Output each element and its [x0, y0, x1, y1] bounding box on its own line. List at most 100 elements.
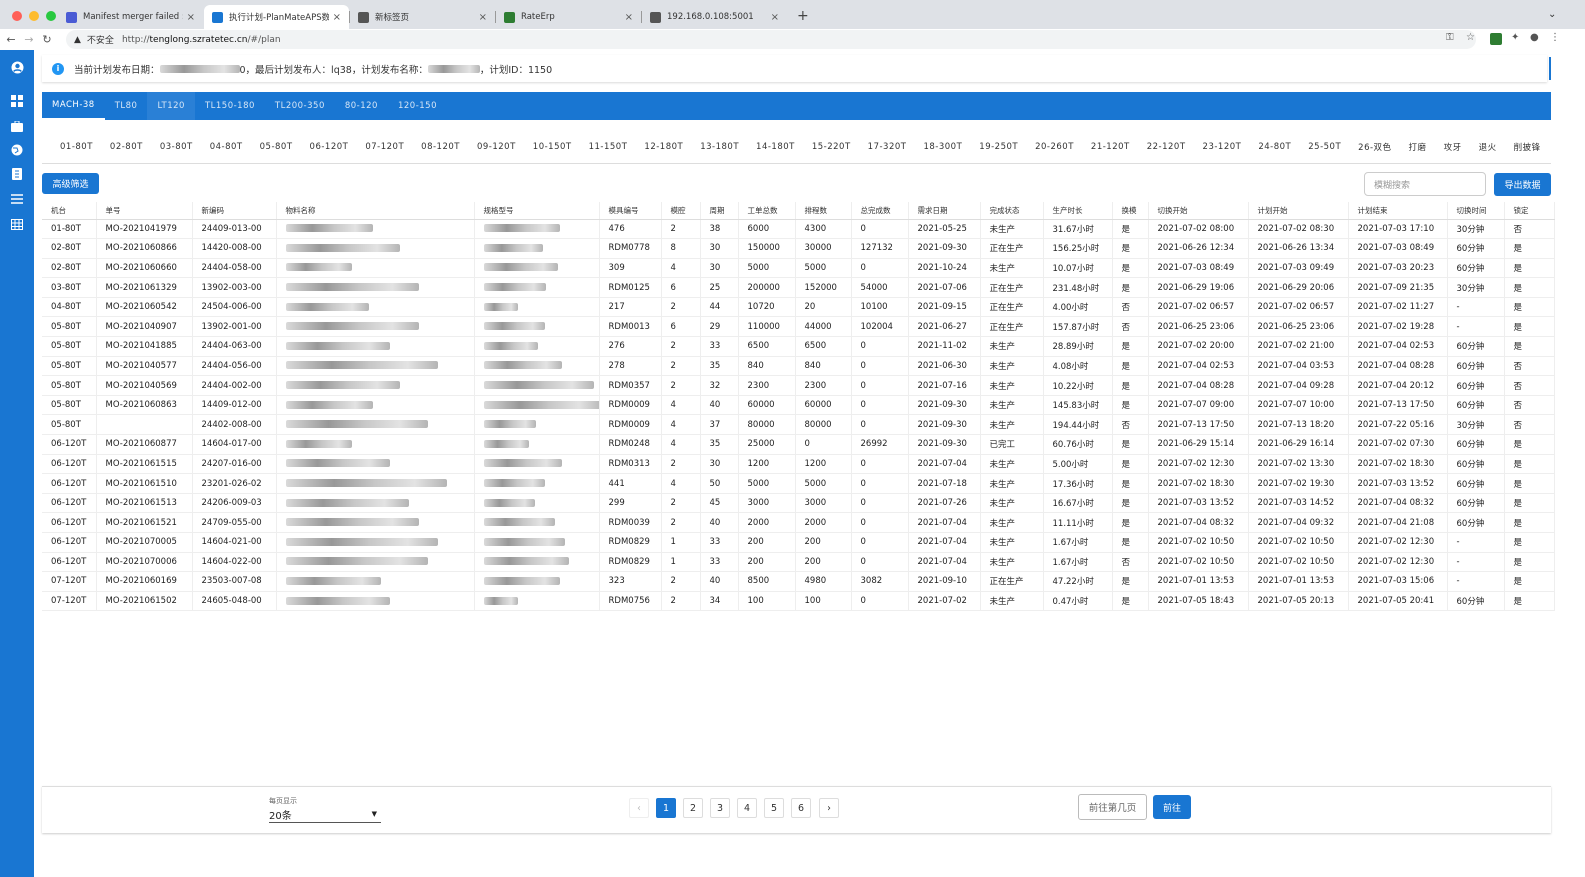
globe-icon[interactable]	[9, 142, 25, 158]
column-header[interactable]: 周期	[700, 202, 739, 220]
machine-subtab[interactable]: 18-300T	[923, 142, 962, 152]
column-header[interactable]: 工单总数	[738, 202, 796, 220]
table-row[interactable]: 05-80T 24402-008-00 RDM0009 4 37 80000 80000 0 2…	[42, 414, 1555, 436]
column-header[interactable]: 换模	[1112, 202, 1149, 220]
page-button[interactable]: 2	[683, 798, 703, 818]
table-row[interactable]: 06-120T MO-2021061513 24206-009-03 299 2 45 30…	[42, 493, 1555, 514]
document-icon[interactable]	[9, 166, 25, 182]
machine-tab[interactable]: 80-120	[335, 92, 388, 120]
profile-icon[interactable]: ●	[1530, 32, 1539, 43]
machine-subtab[interactable]: 退火	[1479, 141, 1497, 153]
close-tab-icon[interactable]: ×	[333, 12, 341, 23]
advanced-filter-button[interactable]: 高级筛选	[42, 173, 99, 194]
browser-tab[interactable]: 新标签页 ×	[350, 5, 495, 29]
machine-subtab[interactable]: 17-320T	[868, 142, 907, 152]
column-header[interactable]: 切换时间	[1447, 202, 1505, 220]
omnibox[interactable]: ▲ 不安全 http://tenglong.szratetec.cn/#/pla…	[66, 30, 1476, 49]
list-icon[interactable]	[9, 191, 25, 207]
table-row[interactable]: 02-80T MO-2021060660 24404-058-00 309 4 30 500…	[42, 258, 1555, 279]
machine-subtab[interactable]: 25-50T	[1308, 142, 1341, 152]
column-header[interactable]: 切换开始	[1148, 202, 1249, 220]
zoom-window-button[interactable]	[46, 11, 56, 21]
machine-subtab[interactable]: 23-120T	[1203, 142, 1242, 152]
machine-subtab[interactable]: 24-80T	[1258, 142, 1291, 152]
table-row[interactable]: 01-80T MO-2021041979 24409-013-00 476 2 38 600…	[42, 219, 1555, 240]
table-row[interactable]: 04-80T MO-2021060542 24504-006-00 217 2 44 107…	[42, 297, 1555, 318]
column-header[interactable]: 锁定	[1504, 202, 1555, 220]
machine-subtab[interactable]: 10-150T	[533, 142, 572, 152]
page-button[interactable]: 5	[764, 798, 784, 818]
jump-button[interactable]: 前往	[1153, 795, 1191, 819]
close-window-button[interactable]	[12, 11, 22, 21]
column-header[interactable]: 计划开始	[1248, 202, 1349, 220]
table-row[interactable]: 06-120T MO-2021070006 14604-022-00 RDM0829 1…	[42, 552, 1555, 573]
puzzle-icon[interactable]: ✦	[1511, 32, 1519, 43]
star-icon[interactable]: ☆	[1466, 32, 1475, 43]
machine-subtab[interactable]: 05-80T	[260, 142, 293, 152]
machine-subtab[interactable]: 12-180T	[644, 142, 683, 152]
machine-tab[interactable]: TL200-350	[265, 92, 335, 120]
new-tab-button[interactable]: +	[797, 8, 809, 24]
machine-subtab[interactable]: 21-120T	[1091, 142, 1130, 152]
close-tab-icon[interactable]: ×	[479, 12, 487, 23]
table-row[interactable]: 06-120T MO-2021070005 14604-021-00 RDM0829 1…	[42, 532, 1555, 553]
machine-tab[interactable]: LT120	[147, 92, 195, 120]
machine-subtab[interactable]: 攻牙	[1444, 141, 1462, 153]
machine-subtab[interactable]: 13-180T	[700, 142, 739, 152]
column-header[interactable]: 新编码	[192, 202, 277, 220]
column-header[interactable]: 规格型号	[474, 202, 600, 220]
jump-page-input[interactable]: 前往第几页	[1078, 794, 1147, 820]
machine-subtab[interactable]: 01-80T	[60, 142, 93, 152]
machine-subtab[interactable]: 14-180T	[756, 142, 795, 152]
next-page-button[interactable]: ›	[819, 798, 839, 818]
table-row[interactable]: 06-120T MO-2021061521 24709-055-00 RDM0039 2…	[42, 512, 1555, 533]
machine-tab[interactable]: 120-150	[388, 92, 447, 120]
menu-icon[interactable]: ⋮	[1550, 32, 1560, 43]
machine-subtab[interactable]: 07-120T	[365, 142, 404, 152]
column-header[interactable]: 需求日期	[908, 202, 981, 220]
browser-tab[interactable]: 执行计划-PlanMateAPS数据中心 ×	[204, 5, 349, 29]
column-header[interactable]: 单号	[96, 202, 193, 220]
table-row[interactable]: 05-80T MO-2021040907 13902-001-00 RDM0013 6 2…	[42, 316, 1555, 338]
key-icon[interactable]: ⚿	[1446, 32, 1454, 43]
table-row[interactable]: 06-120T MO-2021061515 24207-016-00 RDM0313 2…	[42, 454, 1555, 475]
tab-search-icon[interactable]: ⌄	[1548, 9, 1556, 20]
machine-subtab[interactable]: 09-120T	[477, 142, 516, 152]
column-header[interactable]: 计划结束	[1348, 202, 1448, 220]
table-row[interactable]: 07-120T MO-2021060169 23503-007-08 323 2 40 85…	[42, 571, 1555, 592]
browser-tab[interactable]: RateErp ×	[496, 5, 641, 29]
column-header[interactable]: 物料名称	[276, 202, 475, 220]
column-header[interactable]: 机台	[42, 202, 97, 220]
page-button[interactable]: 4	[737, 798, 757, 818]
dashboard-icon[interactable]	[9, 93, 25, 109]
table-row[interactable]: 06-120T MO-2021060877 14604-017-00 RDM0248 4…	[42, 434, 1555, 455]
back-icon[interactable]: ←	[4, 33, 18, 46]
machine-subtab[interactable]: 02-80T	[110, 142, 143, 152]
machine-subtab[interactable]: 削披锋	[1514, 141, 1541, 153]
table-row[interactable]: 06-120T MO-2021061510 23201-026-02 441 4 50 50…	[42, 473, 1555, 494]
export-button[interactable]: 导出数据	[1494, 173, 1551, 196]
extension-icon[interactable]	[1490, 33, 1502, 45]
machine-subtab[interactable]: 打磨	[1409, 141, 1427, 153]
machine-subtab[interactable]: 03-80T	[160, 142, 193, 152]
reload-icon[interactable]: ↻	[40, 33, 54, 46]
page-button[interactable]: 3	[710, 798, 730, 818]
search-input[interactable]: 模糊搜索	[1364, 172, 1486, 196]
machine-tab[interactable]: TL80	[105, 92, 148, 120]
machine-subtab[interactable]: 26-双色	[1358, 141, 1391, 153]
column-header[interactable]: 总完成数	[851, 202, 909, 220]
prev-page-button[interactable]: ‹	[629, 798, 649, 818]
close-tab-icon[interactable]: ×	[771, 12, 779, 23]
machine-subtab[interactable]: 11-150T	[589, 142, 628, 152]
machine-tab[interactable]: MACH-38	[42, 92, 105, 120]
table-row[interactable]: 05-80T MO-2021041885 24404-063-00 276 2 33 650…	[42, 336, 1555, 357]
machine-subtab[interactable]: 04-80T	[210, 142, 243, 152]
machine-subtab[interactable]: 08-120T	[421, 142, 460, 152]
machine-subtab[interactable]: 20-260T	[1035, 142, 1074, 152]
machine-tab[interactable]: TL150-180	[195, 92, 265, 120]
column-header[interactable]: 模腔	[661, 202, 701, 220]
table-row[interactable]: 02-80T MO-2021060866 14420-008-00 RDM0778 8 3…	[42, 238, 1555, 259]
machine-subtab[interactable]: 06-120T	[310, 142, 349, 152]
minimize-window-button[interactable]	[29, 11, 39, 21]
table-row[interactable]: 07-120T MO-2021061502 24605-048-00 RDM0756 2…	[42, 591, 1555, 612]
